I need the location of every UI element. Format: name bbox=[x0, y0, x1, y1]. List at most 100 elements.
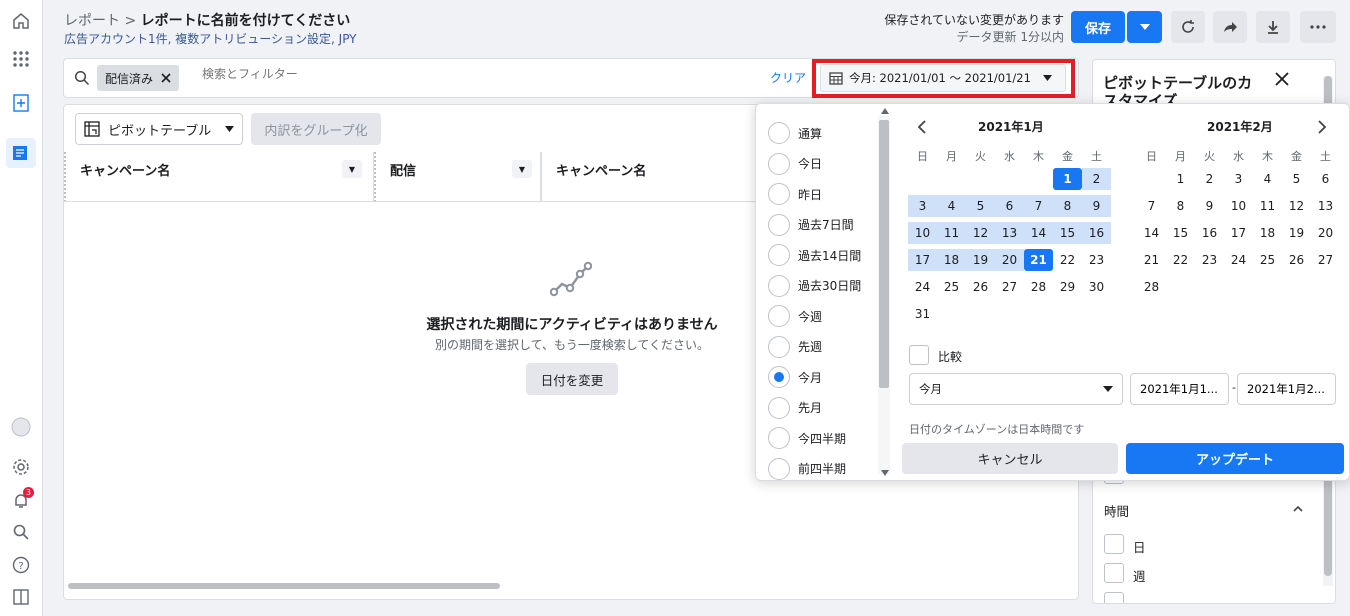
scroll-up-arrow-icon[interactable] bbox=[881, 108, 889, 114]
calendar-day-jan[interactable]: 12 bbox=[966, 222, 995, 244]
scroll-down-arrow-icon[interactable] bbox=[881, 470, 889, 476]
calendar-day-jan[interactable]: 17 bbox=[908, 249, 937, 271]
radio-button[interactable] bbox=[768, 396, 790, 419]
calendar-day-feb[interactable]: 19 bbox=[1282, 222, 1311, 244]
help-icon[interactable]: ? bbox=[6, 550, 36, 580]
checkbox-week[interactable] bbox=[1104, 563, 1124, 583]
calendar-day-feb[interactable]: 6 bbox=[1311, 168, 1340, 190]
calendar-day-jan[interactable]: 24 bbox=[908, 276, 937, 298]
calendar-day-jan[interactable]: 8 bbox=[1053, 195, 1082, 217]
calendar-day-jan[interactable]: 23 bbox=[1082, 249, 1111, 271]
column-header-campaign-name[interactable]: キャンペーン名 ▼ bbox=[64, 152, 374, 202]
calendar-day-jan[interactable]: 9 bbox=[1082, 195, 1111, 217]
calendar-day-jan[interactable]: 7 bbox=[1024, 195, 1053, 217]
calendar-day-jan[interactable]: 22 bbox=[1053, 249, 1082, 271]
calendar-day-feb[interactable]: 26 bbox=[1282, 249, 1311, 271]
calendar-day-feb[interactable]: 24 bbox=[1224, 249, 1253, 271]
column-menu-button[interactable]: ▼ bbox=[512, 160, 532, 178]
preset-option[interactable]: 先月 bbox=[768, 396, 822, 419]
preset-option[interactable]: 前四半期 bbox=[768, 457, 846, 480]
radio-button[interactable] bbox=[768, 183, 790, 205]
change-date-button[interactable]: 日付を変更 bbox=[526, 363, 618, 395]
calendar-day-jan[interactable]: 4 bbox=[937, 195, 966, 217]
calendar-day-feb[interactable]: 8 bbox=[1166, 195, 1195, 217]
calendar-day-feb[interactable]: 28 bbox=[1137, 276, 1166, 298]
calendar-day-feb[interactable]: 20 bbox=[1311, 222, 1340, 244]
clear-filters-link[interactable]: クリア bbox=[770, 69, 806, 86]
download-button[interactable] bbox=[1256, 11, 1290, 43]
calendar-day-jan[interactable]: 30 bbox=[1082, 276, 1111, 298]
calendar-day-jan[interactable]: 1 bbox=[1053, 168, 1082, 190]
calendar-day-jan[interactable]: 16 bbox=[1082, 222, 1111, 244]
calendar-day-jan[interactable]: 14 bbox=[1024, 222, 1053, 244]
preset-option[interactable]: 通算 bbox=[768, 122, 822, 144]
calendar-day-feb[interactable]: 17 bbox=[1224, 222, 1253, 244]
column-menu-button[interactable]: ▼ bbox=[342, 160, 362, 178]
calendar-day-jan[interactable]: 26 bbox=[966, 276, 995, 298]
calendar-day-feb[interactable]: 14 bbox=[1137, 222, 1166, 244]
view-type-select[interactable]: ピボットテーブル bbox=[75, 113, 243, 145]
compare-checkbox[interactable] bbox=[909, 345, 929, 365]
add-report-icon[interactable] bbox=[6, 88, 36, 118]
radio-button[interactable] bbox=[768, 213, 790, 236]
radio-button[interactable] bbox=[768, 152, 790, 175]
calendar-day-jan[interactable]: 27 bbox=[995, 276, 1024, 298]
checkbox-day[interactable] bbox=[1104, 534, 1124, 554]
calendar-day-jan[interactable]: 15 bbox=[1053, 222, 1082, 244]
calendar-day-feb[interactable]: 11 bbox=[1253, 195, 1282, 217]
radio-button[interactable] bbox=[768, 335, 790, 358]
start-date-field[interactable] bbox=[1130, 373, 1229, 405]
preset-option[interactable]: 先週 bbox=[768, 335, 822, 358]
radio-button[interactable] bbox=[768, 274, 790, 297]
calendar-day-jan[interactable]: 31 bbox=[908, 303, 937, 325]
calendar-day-jan[interactable]: 13 bbox=[995, 222, 1024, 244]
calendar-day-feb[interactable]: 1 bbox=[1166, 168, 1195, 190]
report-settings-link[interactable]: 広告アカウント1件, 複数アトリビューション設定, JPY bbox=[64, 30, 357, 47]
notifications-bell-icon[interactable]: 3 bbox=[6, 486, 36, 516]
calendar-day-feb[interactable]: 2 bbox=[1195, 168, 1224, 190]
calendar-day-jan[interactable]: 11 bbox=[937, 222, 966, 244]
calendar-day-feb[interactable]: 7 bbox=[1137, 195, 1166, 217]
column-header-campaign-name-2[interactable]: キャンペーン名 bbox=[541, 152, 781, 202]
search-icon[interactable] bbox=[6, 517, 36, 547]
preset-option[interactable]: 過去14日間 bbox=[768, 244, 861, 266]
end-date-field[interactable] bbox=[1237, 373, 1336, 405]
calendar-day-jan[interactable]: 6 bbox=[995, 195, 1024, 217]
preset-option[interactable]: 今週 bbox=[768, 305, 822, 327]
save-options-button[interactable] bbox=[1127, 11, 1162, 43]
calendar-day-feb[interactable]: 10 bbox=[1224, 195, 1253, 217]
calendar-day-feb[interactable]: 23 bbox=[1195, 249, 1224, 271]
more-options-button[interactable] bbox=[1300, 11, 1336, 43]
calendar-day-jan[interactable]: 29 bbox=[1053, 276, 1082, 298]
calendar-day-feb[interactable]: 4 bbox=[1253, 168, 1282, 190]
radio-button[interactable] bbox=[768, 244, 790, 266]
calendar-day-feb[interactable]: 13 bbox=[1311, 195, 1340, 217]
chevron-right-icon[interactable] bbox=[1318, 120, 1327, 134]
home-icon[interactable] bbox=[6, 6, 36, 36]
preset-option[interactable]: 今月 bbox=[768, 366, 822, 388]
calendar-day-jan[interactable]: 25 bbox=[937, 276, 966, 298]
share-button[interactable] bbox=[1213, 11, 1247, 43]
preset-option[interactable]: 昨日 bbox=[768, 183, 822, 205]
reports-icon[interactable] bbox=[6, 138, 36, 168]
calendar-day-feb[interactable]: 18 bbox=[1253, 222, 1282, 244]
page-title[interactable]: レポートに名前を付けてください bbox=[141, 13, 351, 29]
radio-button[interactable] bbox=[768, 305, 790, 327]
radio-button[interactable] bbox=[768, 366, 790, 388]
radio-button[interactable] bbox=[768, 457, 790, 480]
radio-button[interactable] bbox=[768, 427, 790, 449]
horizontal-scrollbar[interactable] bbox=[68, 583, 500, 589]
column-header-delivery[interactable]: 配信 ▼ bbox=[374, 152, 541, 202]
calendar-day-feb[interactable]: 25 bbox=[1253, 249, 1282, 271]
refresh-button[interactable] bbox=[1171, 11, 1205, 43]
calendar-day-feb[interactable]: 5 bbox=[1282, 168, 1311, 190]
calendar-day-jan[interactable]: 3 bbox=[908, 195, 937, 217]
calendar-day-jan[interactable]: 18 bbox=[937, 249, 966, 271]
calendar-day-feb[interactable]: 22 bbox=[1166, 249, 1195, 271]
preset-option[interactable]: 過去7日間 bbox=[768, 213, 854, 236]
search-input[interactable] bbox=[202, 67, 722, 81]
preset-option[interactable]: 過去30日間 bbox=[768, 274, 861, 297]
radio-button[interactable] bbox=[768, 122, 790, 144]
update-button[interactable]: アップデート bbox=[1126, 443, 1344, 474]
preset-scrollbar[interactable] bbox=[879, 120, 889, 388]
